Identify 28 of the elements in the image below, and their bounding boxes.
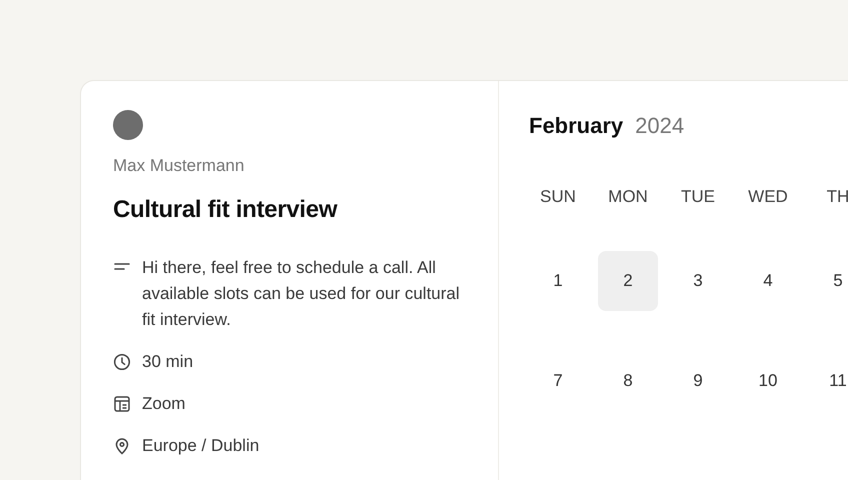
day-button[interactable]: 5	[808, 251, 848, 311]
event-description: Hi there, feel free to schedule a call. All available slots can be used for our cultural fit interview.	[142, 257, 461, 331]
location-pin-icon	[113, 437, 131, 455]
weekday-label: MON	[607, 186, 649, 208]
meeting-app-text: Zoom	[142, 393, 186, 415]
app-window-icon	[113, 395, 131, 413]
text-lines-icon	[114, 262, 130, 272]
day-button[interactable]: 3	[668, 251, 728, 311]
weekday-label: WED	[747, 186, 789, 208]
event-title: Cultural fit interview	[113, 195, 338, 225]
weekday-label: TUE	[680, 186, 716, 208]
day-button[interactable]: 11	[808, 351, 848, 411]
clock-icon	[113, 353, 131, 371]
day-button[interactable]: 8	[598, 351, 658, 411]
avatar	[113, 110, 143, 140]
timezone-text: Europe / Dublin	[142, 435, 260, 457]
day-button[interactable]: 10	[738, 351, 798, 411]
day-button[interactable]: 9	[668, 351, 728, 411]
day-button[interactable]: 1	[528, 251, 588, 311]
day-button[interactable]: 4	[738, 251, 798, 311]
day-button[interactable]: 7	[528, 351, 588, 411]
month-label: February	[529, 113, 624, 139]
weekday-label: SUN	[539, 186, 577, 208]
duration-text: 30 min	[142, 351, 194, 373]
year-label: 2024	[635, 113, 684, 139]
day-button[interactable]: 2	[598, 251, 658, 311]
host-name: Max Mustermann	[113, 155, 246, 177]
weekday-label: TH	[826, 186, 848, 208]
